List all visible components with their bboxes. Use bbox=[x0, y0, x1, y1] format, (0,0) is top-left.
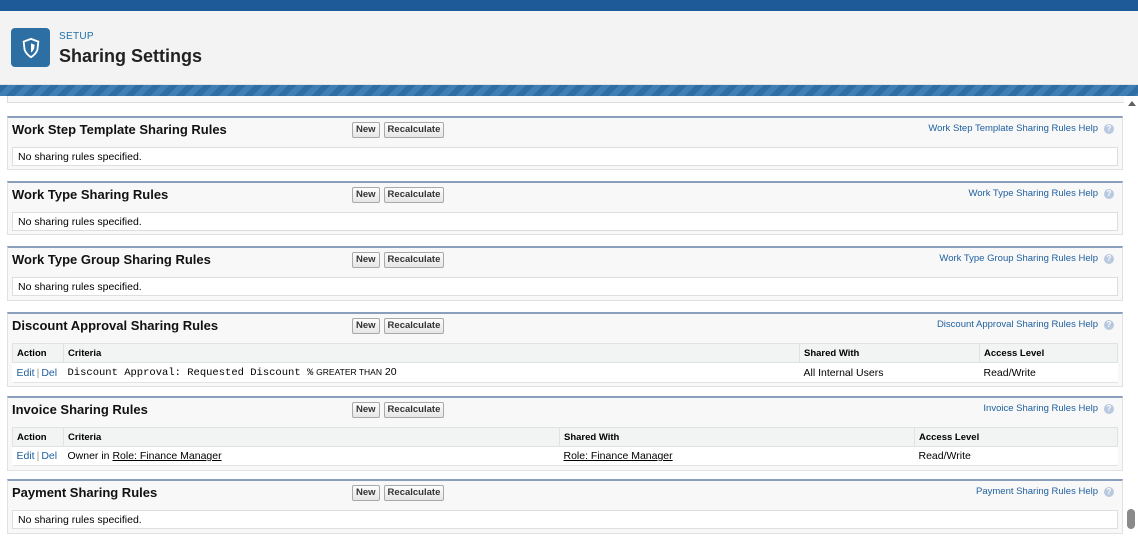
scroll-up-icon[interactable] bbox=[1128, 101, 1136, 106]
scrollbar-thumb[interactable] bbox=[1127, 509, 1135, 529]
recalculate-button[interactable]: Recalculate bbox=[383, 485, 445, 501]
action-cell: Edit | Del bbox=[12, 362, 64, 383]
section-title: Work Type Sharing Rules bbox=[12, 187, 169, 202]
section-work-type-group: Work Type Group Sharing Rules New Recalc… bbox=[7, 246, 1123, 301]
new-button[interactable]: New bbox=[352, 485, 380, 501]
section-payment: Payment Sharing Rules New Recalculate Pa… bbox=[7, 479, 1123, 534]
help-link[interactable]: Invoice Sharing Rules Help bbox=[983, 403, 1098, 414]
help-link[interactable]: Payment Sharing Rules Help bbox=[976, 486, 1098, 497]
new-button[interactable]: New bbox=[352, 122, 380, 138]
criteria-role-link[interactable]: Role: Finance Manager bbox=[112, 450, 221, 462]
recalculate-button[interactable]: Recalculate bbox=[383, 187, 445, 203]
column-header-shared-with: Shared With bbox=[799, 343, 980, 363]
new-button[interactable]: New bbox=[352, 318, 380, 334]
main-content: Work Step Template Sharing Rules New Rec… bbox=[0, 96, 1124, 542]
section-work-step-template: Work Step Template Sharing Rules New Rec… bbox=[7, 116, 1123, 170]
help-icon[interactable]: ? bbox=[1104, 486, 1114, 497]
criteria-operator: GREATER THAN bbox=[316, 367, 382, 377]
shield-icon bbox=[11, 28, 50, 67]
column-header-access-level: Access Level bbox=[979, 343, 1118, 363]
empty-message: No sharing rules specified. bbox=[12, 147, 1118, 166]
decorative-banner bbox=[0, 85, 1138, 96]
help-link[interactable]: Work Step Template Sharing Rules Help bbox=[928, 123, 1098, 134]
section-title: Work Type Group Sharing Rules bbox=[12, 252, 211, 267]
access-level-cell: Read/Write bbox=[979, 362, 1118, 383]
vertical-scrollbar[interactable] bbox=[1125, 96, 1138, 542]
column-header-action: Action bbox=[12, 427, 64, 447]
criteria-cell: Discount Approval: Requested Discount % … bbox=[63, 362, 800, 383]
empty-message: No sharing rules specified. bbox=[12, 510, 1118, 529]
help-icon[interactable]: ? bbox=[1104, 188, 1114, 199]
delete-link[interactable]: Del bbox=[41, 367, 57, 379]
section-title: Work Step Template Sharing Rules bbox=[12, 122, 227, 137]
recalculate-button[interactable]: Recalculate bbox=[383, 402, 445, 418]
column-header-access-level: Access Level bbox=[914, 427, 1118, 447]
edit-link[interactable]: Edit bbox=[17, 450, 35, 462]
section-title: Discount Approval Sharing Rules bbox=[12, 318, 219, 333]
edit-link[interactable]: Edit bbox=[17, 367, 35, 379]
new-button[interactable]: New bbox=[352, 187, 380, 203]
empty-message: No sharing rules specified. bbox=[12, 212, 1118, 231]
page-title: Sharing Settings bbox=[59, 46, 203, 66]
column-header-criteria: Criteria bbox=[63, 427, 560, 447]
page-header: SETUP Sharing Settings bbox=[0, 11, 1138, 85]
help-icon[interactable]: ? bbox=[1104, 123, 1114, 134]
recalculate-button[interactable]: Recalculate bbox=[383, 122, 445, 138]
shared-with-cell: All Internal Users bbox=[799, 362, 980, 383]
delete-link[interactable]: Del bbox=[41, 450, 57, 462]
action-cell: Edit | Del bbox=[12, 446, 64, 466]
shared-with-role-link[interactable]: Role: Finance Manager bbox=[564, 450, 673, 462]
section-work-type: Work Type Sharing Rules New Recalculate … bbox=[7, 181, 1123, 235]
section-discount-approval: Discount Approval Sharing Rules New Reca… bbox=[7, 312, 1123, 387]
table-row: Edit | Del Owner in Role: Finance Manager … bbox=[12, 446, 1118, 466]
top-nav-bar bbox=[0, 0, 1138, 11]
empty-message: No sharing rules specified. bbox=[12, 277, 1118, 296]
rules-table: Action Criteria Shared With Access Level… bbox=[12, 427, 1118, 466]
shared-with-cell: Role: Finance Manager bbox=[559, 446, 915, 466]
criteria-prefix: Owner in bbox=[67, 450, 110, 462]
recalculate-button[interactable]: Recalculate bbox=[383, 318, 445, 334]
new-button[interactable]: New bbox=[352, 252, 380, 268]
recalculate-button[interactable]: Recalculate bbox=[383, 252, 445, 268]
criteria-cell: Owner in Role: Finance Manager bbox=[63, 446, 560, 466]
help-link[interactable]: Discount Approval Sharing Rules Help bbox=[937, 319, 1098, 330]
criteria-field: Discount Approval: Requested Discount % bbox=[67, 367, 314, 379]
help-icon[interactable]: ? bbox=[1104, 319, 1114, 330]
section-title: Invoice Sharing Rules bbox=[12, 402, 148, 417]
rules-table: Action Criteria Shared With Access Level… bbox=[12, 343, 1118, 383]
table-row: Edit | Del Discount Approval: Requested Di… bbox=[12, 362, 1118, 383]
column-header-action: Action bbox=[12, 343, 64, 363]
help-icon[interactable]: ? bbox=[1104, 253, 1114, 264]
column-header-shared-with: Shared With bbox=[559, 427, 915, 447]
help-link[interactable]: Work Type Group Sharing Rules Help bbox=[939, 253, 1098, 264]
criteria-value: 20 bbox=[384, 366, 397, 378]
section-title: Payment Sharing Rules bbox=[12, 485, 158, 500]
previous-section-fragment bbox=[7, 96, 1124, 103]
help-icon[interactable]: ? bbox=[1104, 403, 1114, 414]
new-button[interactable]: New bbox=[352, 402, 380, 418]
section-invoice: Invoice Sharing Rules New Recalculate In… bbox=[7, 396, 1123, 471]
column-header-criteria: Criteria bbox=[63, 343, 800, 363]
access-level-cell: Read/Write bbox=[914, 446, 1118, 466]
breadcrumb[interactable]: SETUP bbox=[59, 31, 94, 42]
help-link[interactable]: Work Type Sharing Rules Help bbox=[968, 188, 1098, 199]
